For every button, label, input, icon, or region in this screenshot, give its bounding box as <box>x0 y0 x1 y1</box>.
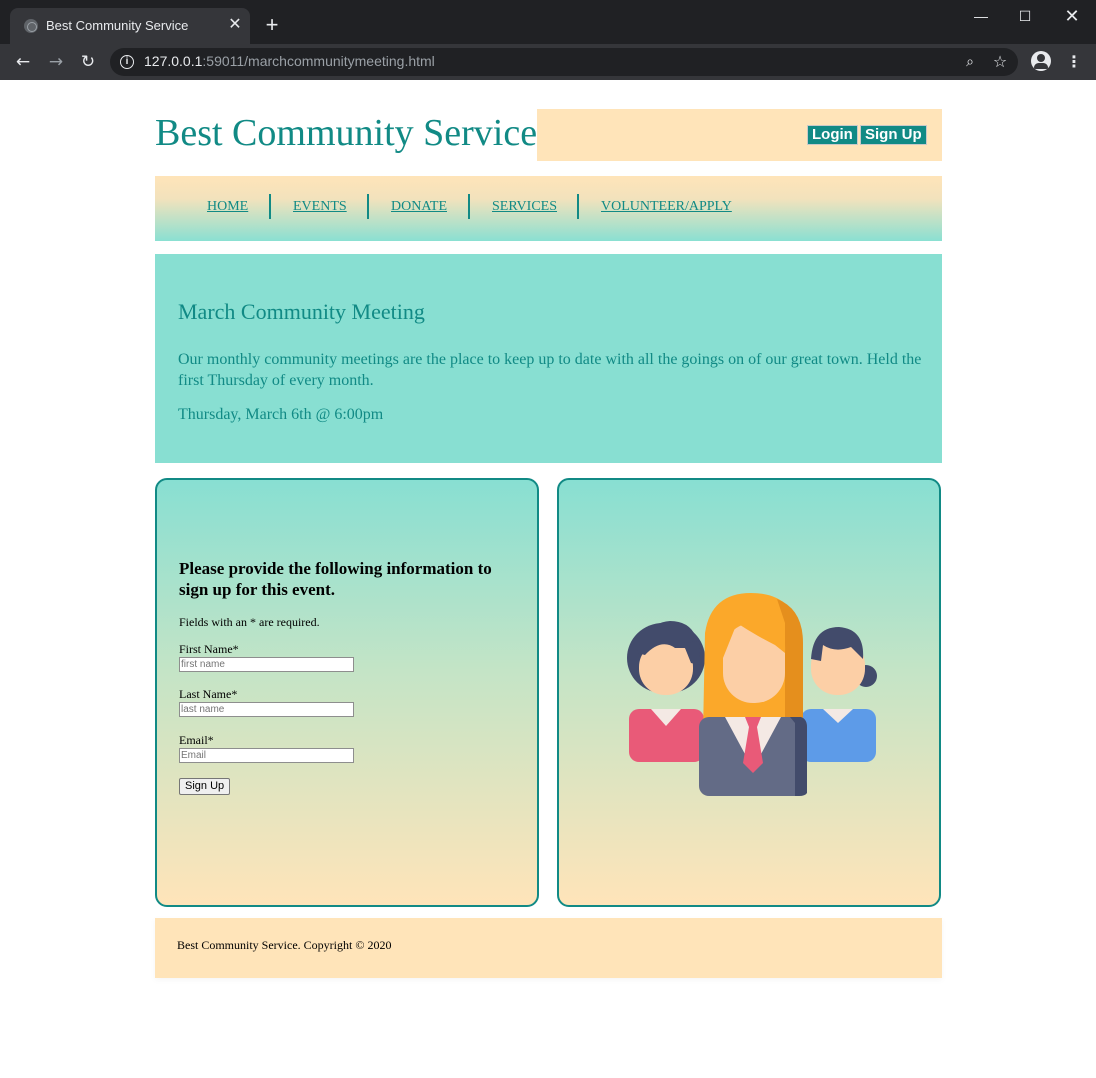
first-name-input[interactable] <box>179 657 354 672</box>
url-host: 127.0.0.1 <box>144 53 203 69</box>
form-signup-button[interactable]: Sign Up <box>179 778 231 795</box>
email-label: Email* <box>179 733 214 747</box>
profile-avatar-icon[interactable] <box>1031 51 1051 71</box>
center-person-icon <box>699 593 807 796</box>
nav-divider <box>577 194 579 219</box>
info-icon[interactable]: i <box>120 55 134 69</box>
login-button[interactable]: Login <box>807 125 858 145</box>
right-person-icon <box>801 627 877 762</box>
address-bar[interactable]: i 127.0.0.1:59011/marchcommunitymeeting.… <box>110 48 1018 76</box>
nav-divider <box>367 194 369 219</box>
maximize-button[interactable]: ☐ <box>1010 4 1040 28</box>
required-note: Fields with an * are required. <box>179 615 320 629</box>
first-name-label: First Name* <box>179 642 239 656</box>
main-nav: HOME EVENTS DONATE SERVICES VOLUNTEER/AP… <box>155 176 942 241</box>
email-input[interactable] <box>179 748 354 763</box>
browser-tab-strip: Best Community Service ✕ + — ☐ ✕ <box>0 0 1096 44</box>
bookmark-star-icon[interactable]: ☆ <box>990 52 1010 72</box>
browser-menu-icon[interactable]: ⋮ <box>1064 51 1084 73</box>
window-close-button[interactable]: ✕ <box>1057 4 1087 28</box>
forward-arrow-icon[interactable]: → <box>43 49 69 75</box>
site-title: Best Community Service <box>155 112 538 154</box>
page-viewport: Best Community Service Login Sign Up HOM… <box>0 80 1096 1078</box>
url-path: :59011/marchcommunitymeeting.html <box>202 53 435 69</box>
nav-volunteer-apply[interactable]: VOLUNTEER/APPLY <box>601 199 732 215</box>
event-description: Our monthly community meetings are the p… <box>178 351 922 389</box>
url-text[interactable]: 127.0.0.1:59011/marchcommunitymeeting.ht… <box>144 53 435 69</box>
left-person-icon <box>627 621 705 762</box>
form-heading: Please provide the following information… <box>179 559 492 599</box>
event-date: Thursday, March 6th @ 6:00pm <box>178 406 384 423</box>
back-arrow-icon[interactable]: ← <box>10 49 36 75</box>
tab-title: Best Community Service <box>46 18 189 33</box>
illustration-card <box>557 478 941 907</box>
last-name-label: Last Name* <box>179 687 238 701</box>
event-title: March Community Meeting <box>178 299 425 324</box>
event-banner: March Community Meeting Our monthly comm… <box>155 254 942 463</box>
nav-home[interactable]: HOME <box>207 199 248 215</box>
nav-divider <box>269 194 271 219</box>
signup-form-card: Please provide the following information… <box>155 478 539 907</box>
new-tab-button[interactable]: + <box>260 13 284 37</box>
globe-icon <box>24 19 38 33</box>
nav-events[interactable]: EVENTS <box>293 199 347 215</box>
reload-icon[interactable]: ↻ <box>75 49 101 75</box>
auth-bar: Login Sign Up <box>537 109 942 161</box>
site-footer: Best Community Service. Copyright © 2020 <box>155 918 942 978</box>
tab-close-icon[interactable]: ✕ <box>225 15 245 35</box>
nav-divider <box>468 194 470 219</box>
browser-tab[interactable]: Best Community Service ✕ <box>10 8 250 44</box>
people-group-icon <box>627 593 877 796</box>
nav-services[interactable]: SERVICES <box>492 199 557 215</box>
browser-toolbar: ← → ↻ i 127.0.0.1:59011/marchcommunityme… <box>0 44 1096 80</box>
header-signup-button[interactable]: Sign Up <box>860 125 927 145</box>
last-name-input[interactable] <box>179 702 354 717</box>
nav-donate[interactable]: DONATE <box>391 199 447 215</box>
copyright-text: Best Community Service. Copyright © 2020 <box>177 938 392 952</box>
minimize-button[interactable]: — <box>966 4 996 28</box>
zoom-icon[interactable]: ⌕ <box>960 52 980 72</box>
